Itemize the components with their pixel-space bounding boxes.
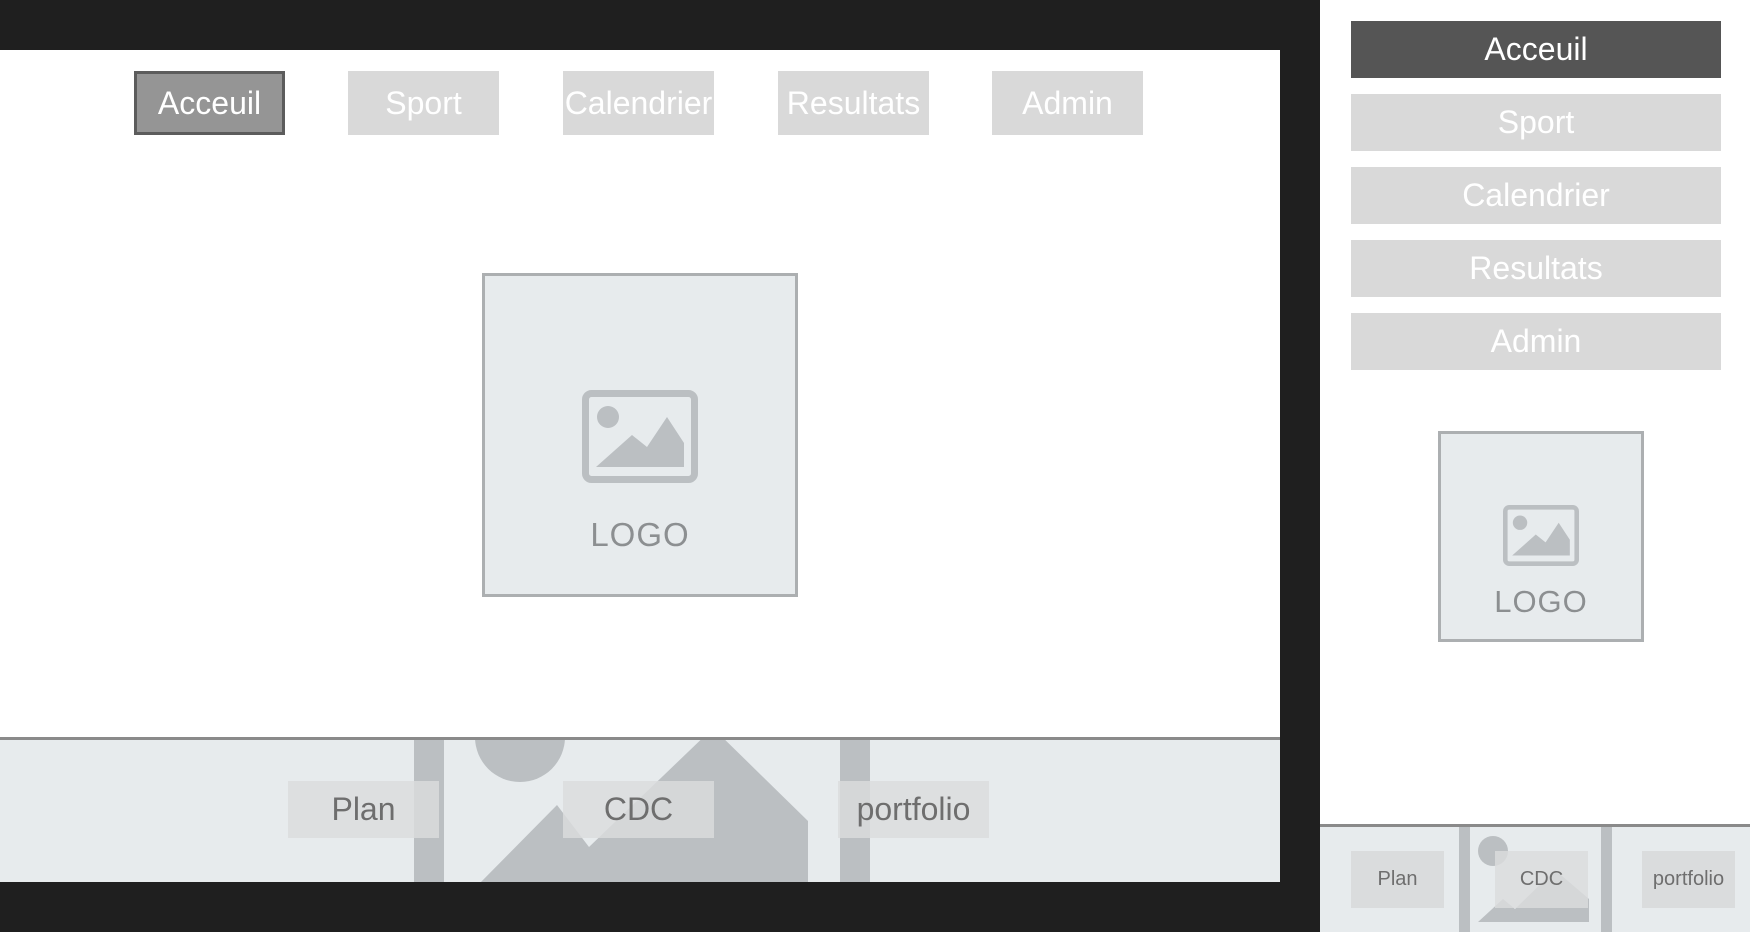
desktop-artboard: Acceuil Sport Calendrier Resultats Admin… [0, 50, 1280, 882]
logo-label: LOGO [590, 516, 690, 553]
mobile-nav-acceuil-button[interactable]: Acceuil [1351, 21, 1721, 78]
mobile-nav-calendrier-button[interactable]: Calendrier [1351, 167, 1721, 224]
mobile-logo-label: LOGO [1494, 584, 1588, 619]
nav-sport-button[interactable]: Sport [348, 71, 499, 135]
image-placeholder-icon [582, 390, 698, 483]
nav-calendrier-button[interactable]: Calendrier [563, 71, 714, 135]
nav-resultats-button[interactable]: Resultats [778, 71, 929, 135]
mobile-logo-placeholder: LOGO [1438, 431, 1644, 642]
logo-placeholder: LOGO [482, 273, 798, 597]
mobile-nav-resultats-button[interactable]: Resultats [1351, 240, 1721, 297]
mobile-nav-sport-button[interactable]: Sport [1351, 94, 1721, 151]
nav-acceuil-button[interactable]: Acceuil [134, 71, 285, 135]
nav-admin-button[interactable]: Admin [992, 71, 1143, 135]
image-placeholder-icon [1503, 505, 1579, 566]
mobile-footer-plan-link[interactable]: Plan [1351, 851, 1444, 908]
footer-cdc-link[interactable]: CDC [563, 781, 714, 838]
mobile-artboard: Acceuil Sport Calendrier Resultats Admin… [1320, 0, 1750, 932]
footer-plan-link[interactable]: Plan [288, 781, 439, 838]
mobile-footer-portfolio-link[interactable]: portfolio [1642, 851, 1735, 908]
mobile-footer: Plan CDC portfolio [1320, 824, 1750, 932]
desktop-footer: Plan CDC portfolio [0, 737, 1280, 882]
mobile-nav-admin-button[interactable]: Admin [1351, 313, 1721, 370]
mobile-footer-cdc-link[interactable]: CDC [1495, 851, 1588, 908]
footer-portfolio-link[interactable]: portfolio [838, 781, 989, 838]
